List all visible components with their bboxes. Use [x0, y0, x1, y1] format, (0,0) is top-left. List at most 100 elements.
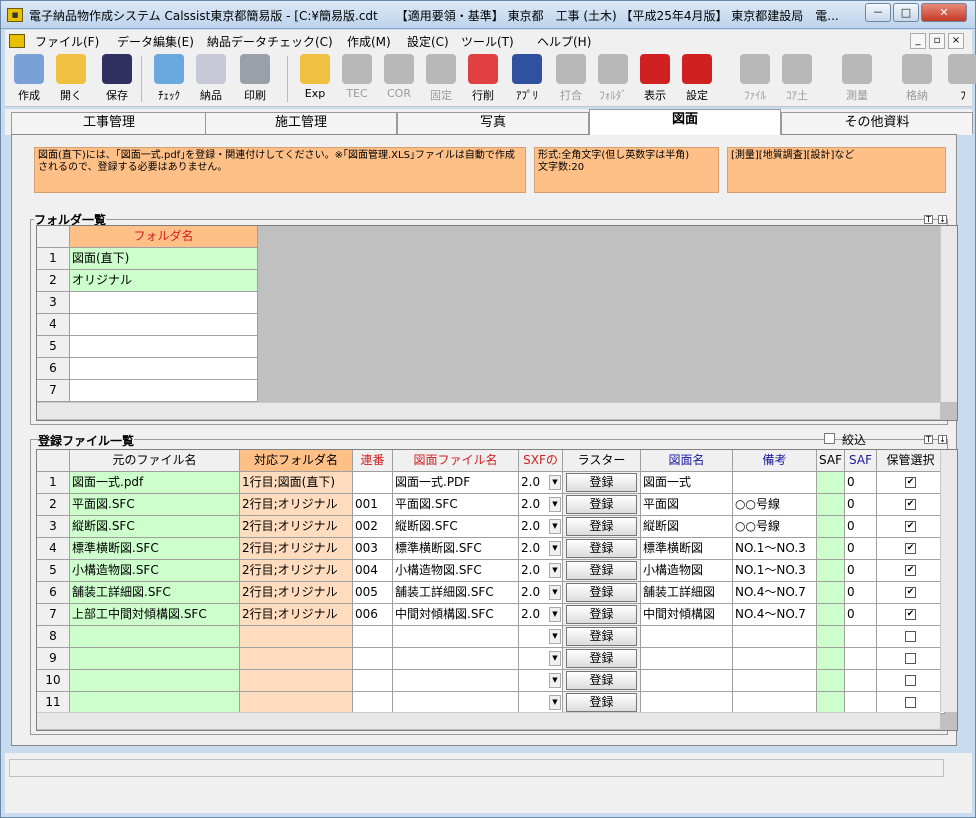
drawing-filename-cell[interactable]: 標準横断図.SFC: [393, 538, 519, 560]
menu-item-4[interactable]: 設定(C): [407, 33, 449, 50]
register-raster-button[interactable]: 登録: [566, 517, 637, 536]
tab-0[interactable]: 工事管理: [11, 112, 207, 134]
register-raster-button[interactable]: 登録: [566, 671, 637, 690]
filter-checkbox[interactable]: [824, 433, 835, 444]
drawing-name-cell[interactable]: 小構造物図: [641, 560, 733, 582]
original-filename-cell[interactable]: [70, 648, 240, 670]
menu-item-5[interactable]: ツール(T): [461, 33, 514, 50]
drawing-filename-cell[interactable]: 縦断図.SFC: [393, 516, 519, 538]
chevron-down-icon[interactable]: ▼: [549, 519, 561, 534]
saf-number-cell[interactable]: [845, 670, 877, 692]
toolbar-button-12[interactable]: 打合: [551, 54, 591, 104]
toolbar-button-1[interactable]: 開く: [51, 54, 91, 104]
chevron-down-icon[interactable]: ▼: [549, 475, 561, 490]
file-row[interactable]: 4 標準横断図.SFC 2行目;オリジナル 003 標準横断図.SFC 2.0 ▼ 登録 標準横…: [37, 538, 945, 560]
saf-cell[interactable]: [817, 472, 845, 494]
saf-cell[interactable]: [817, 494, 845, 516]
folder-name-cell[interactable]: [70, 292, 258, 314]
file-column-header-7[interactable]: 備考: [733, 450, 817, 472]
saf-cell[interactable]: [817, 560, 845, 582]
original-filename-cell[interactable]: 小構造物図.SFC: [70, 560, 240, 582]
file-column-header-6[interactable]: 図面名: [641, 450, 733, 472]
menu-item-3[interactable]: 作成(M): [347, 33, 391, 50]
folder-row[interactable]: 6: [37, 358, 277, 380]
toolbar-button-6[interactable]: Exp: [295, 54, 335, 104]
serial-number-cell[interactable]: 005: [353, 582, 393, 604]
folder-vertical-scrollbar[interactable]: [940, 226, 957, 402]
folder-name-cell[interactable]: [240, 648, 353, 670]
serial-number-cell[interactable]: 006: [353, 604, 393, 626]
register-raster-button[interactable]: 登録: [566, 583, 637, 602]
saf-cell[interactable]: [817, 516, 845, 538]
folder-name-cell[interactable]: [240, 626, 353, 648]
original-filename-cell[interactable]: 縦断図.SFC: [70, 516, 240, 538]
title-bar[interactable]: ■ 電子納品物作成システム Calssist東京都簡易版 - [C:¥簡易版.c…: [1, 1, 975, 29]
folder-name-cell[interactable]: 2行目;オリジナル: [240, 538, 353, 560]
saf-number-cell[interactable]: 0: [845, 538, 877, 560]
remarks-cell[interactable]: ○○号線: [733, 494, 817, 516]
file-row[interactable]: 9 ▼ 登録: [37, 648, 945, 670]
toolbar-button-19[interactable]: 格納: [897, 54, 937, 104]
folder-name-cell[interactable]: [70, 380, 258, 402]
register-raster-button[interactable]: 登録: [566, 473, 637, 492]
drawing-filename-cell[interactable]: 舗装工詳細図.SFC: [393, 582, 519, 604]
sxf-version-select[interactable]: 2.0 ▼: [519, 516, 563, 538]
storage-select-checkbox[interactable]: [905, 653, 916, 664]
register-raster-button[interactable]: 登録: [566, 561, 637, 580]
file-row[interactable]: 5 小構造物図.SFC 2行目;オリジナル 004 小構造物図.SFC 2.0 ▼ 登録 小構造…: [37, 560, 945, 582]
chevron-down-icon[interactable]: ▼: [549, 541, 561, 556]
register-raster-button[interactable]: 登録: [566, 539, 637, 558]
toolbar-button-16[interactable]: ﾌｧｲﾙ: [735, 54, 775, 104]
saf-number-cell[interactable]: 0: [845, 494, 877, 516]
menu-item-0[interactable]: ファイル(F): [35, 33, 99, 50]
file-column-header-8[interactable]: SAF: [817, 450, 845, 472]
drawing-name-cell[interactable]: 標準横断図: [641, 538, 733, 560]
saf-number-cell[interactable]: 0: [845, 582, 877, 604]
toolbar-button-9[interactable]: 固定: [421, 54, 461, 104]
folder-name-cell[interactable]: [240, 692, 353, 714]
remarks-cell[interactable]: [733, 670, 817, 692]
saf-cell[interactable]: [817, 670, 845, 692]
file-row[interactable]: 6 舗装工詳細図.SFC 2行目;オリジナル 005 舗装工詳細図.SFC 2.0 ▼ 登録舗…: [37, 582, 945, 604]
remarks-cell[interactable]: [733, 472, 817, 494]
serial-number-cell[interactable]: [353, 472, 393, 494]
drawing-name-cell[interactable]: [641, 670, 733, 692]
register-raster-button[interactable]: 登録: [566, 649, 637, 668]
drawing-name-cell[interactable]: 縦断図: [641, 516, 733, 538]
move-top-icon-2[interactable]: T: [924, 435, 933, 444]
mdi-close-button[interactable]: ×: [948, 33, 964, 49]
drawing-filename-cell[interactable]: [393, 692, 519, 714]
mdi-restore-button[interactable]: ▫: [929, 33, 945, 49]
remarks-cell[interactable]: NO.4～NO.7: [733, 604, 817, 626]
folder-horizontal-scrollbar[interactable]: [37, 402, 940, 419]
saf-cell[interactable]: [817, 648, 845, 670]
storage-select-checkbox[interactable]: ✔: [905, 543, 916, 554]
folder-name-cell[interactable]: 2行目;オリジナル: [240, 516, 353, 538]
menu-item-1[interactable]: データ編集(E): [117, 33, 194, 50]
original-filename-cell[interactable]: [70, 670, 240, 692]
file-row[interactable]: 11 ▼ 登録: [37, 692, 945, 714]
chevron-down-icon[interactable]: ▼: [549, 607, 561, 622]
mdi-minimize-button[interactable]: _: [910, 33, 926, 49]
folder-name-cell[interactable]: 2行目;オリジナル: [240, 604, 353, 626]
folder-row[interactable]: 3: [37, 292, 277, 314]
tab-1[interactable]: 施工管理: [205, 112, 397, 134]
serial-number-cell[interactable]: [353, 692, 393, 714]
storage-select-checkbox[interactable]: [905, 697, 916, 708]
folder-name-cell[interactable]: [70, 358, 258, 380]
drawing-filename-cell[interactable]: 図面一式.PDF: [393, 472, 519, 494]
file-row[interactable]: 10 ▼ 登録: [37, 670, 945, 692]
saf-cell[interactable]: [817, 538, 845, 560]
chevron-down-icon[interactable]: ▼: [549, 629, 561, 644]
storage-select-checkbox[interactable]: ✔: [905, 499, 916, 510]
original-filename-cell[interactable]: 図面一式.pdf: [70, 472, 240, 494]
saf-cell[interactable]: [817, 582, 845, 604]
file-column-header-10[interactable]: 保管選択: [877, 450, 945, 472]
sxf-version-select[interactable]: 2.0 ▼: [519, 538, 563, 560]
serial-number-cell[interactable]: 001: [353, 494, 393, 516]
saf-cell[interactable]: [817, 626, 845, 648]
folder-row[interactable]: 2 オリジナル: [37, 270, 277, 292]
remarks-cell[interactable]: [733, 626, 817, 648]
serial-number-cell[interactable]: 002: [353, 516, 393, 538]
toolbar-button-17[interactable]: ｺｱ土: [777, 54, 817, 104]
